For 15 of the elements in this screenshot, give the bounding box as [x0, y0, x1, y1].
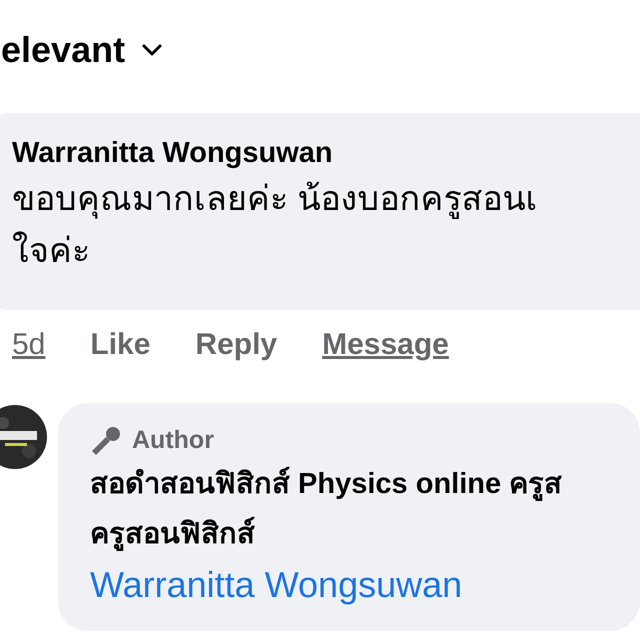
author-label: Author	[132, 425, 214, 456]
comment-action[interactable]: Message	[322, 322, 449, 366]
comment-action[interactable]: Like	[90, 322, 150, 366]
comment-time[interactable]: 5d	[12, 322, 46, 366]
comment-action[interactable]: Reply	[195, 322, 278, 366]
sort-label[interactable]: elevant	[1, 23, 126, 77]
chevron-down-icon[interactable]	[141, 43, 164, 57]
reply-author[interactable]: ครูสอนฟิสิกส์	[90, 509, 640, 559]
comment-author[interactable]: Warranitta Wongsuwan	[12, 133, 640, 173]
comment-text: ขอบคุณมากเลยค่ะ น้องบอกครูสอนเ	[12, 179, 538, 221]
microphone-icon	[90, 425, 122, 457]
comment-text: ใจค่ะ	[12, 230, 91, 272]
mention-link[interactable]: Warranitta Wongsuwan	[90, 559, 640, 611]
reply-author[interactable]: สอดำสอนฟิสิกส์ Physics online ครูส	[90, 459, 640, 509]
page-avatar[interactable]	[0, 405, 47, 469]
